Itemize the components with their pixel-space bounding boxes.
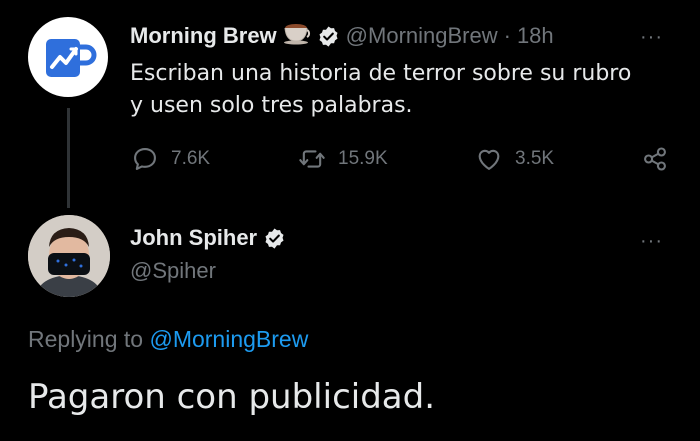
tweet-text-line-2: y usen solo tres palabras. bbox=[130, 93, 413, 118]
tweet-header: Morning Brew @MorningBrew · 18h bbox=[130, 21, 554, 51]
verified-badge-icon bbox=[263, 227, 286, 250]
replying-to-handle-link[interactable]: @MorningBrew bbox=[149, 326, 308, 352]
author-name[interactable]: Morning Brew bbox=[130, 23, 277, 49]
share-icon bbox=[644, 147, 666, 171]
morningbrew-mug-logo-icon bbox=[46, 39, 97, 77]
retweet-icon bbox=[299, 150, 325, 168]
tweet-text-line-1: Escriban una historia de terror sobre su… bbox=[130, 61, 632, 86]
more-options-icon[interactable]: ··· bbox=[640, 27, 663, 47]
morningbrew-avatar[interactable] bbox=[28, 17, 108, 97]
replying-to-line: Replying to @MorningBrew bbox=[28, 326, 308, 353]
coffee-cup-emoji-icon bbox=[283, 21, 311, 51]
profile-photo-icon bbox=[28, 215, 110, 297]
separator-dot: · bbox=[503, 23, 511, 48]
like-button[interactable]: 3.5K bbox=[475, 145, 554, 173]
thread-connector-line bbox=[67, 108, 70, 208]
reply-icon bbox=[134, 148, 156, 170]
reply-button[interactable]: 7.6K bbox=[131, 145, 210, 173]
verified-badge-icon bbox=[317, 25, 340, 48]
share-button[interactable] bbox=[641, 145, 669, 173]
reply-count: 7.6K bbox=[171, 148, 211, 169]
john-spiher-avatar[interactable] bbox=[28, 215, 110, 297]
replying-to-label: Replying to bbox=[28, 326, 144, 352]
retweet-button[interactable]: 15.9K bbox=[298, 145, 388, 173]
reply-more-options-icon[interactable]: ··· bbox=[640, 231, 663, 251]
reply-author-name[interactable]: John Spiher bbox=[130, 225, 257, 251]
retweet-count: 15.9K bbox=[338, 148, 388, 169]
tweet-timestamp[interactable]: 18h bbox=[517, 23, 554, 49]
like-count: 3.5K bbox=[515, 148, 555, 169]
author-handle[interactable]: @MorningBrew bbox=[346, 23, 498, 49]
reply-text: Pagaron con publicidad. bbox=[28, 377, 436, 417]
tweet-text: Escriban una historia de terror sobre su… bbox=[130, 58, 690, 122]
heart-icon bbox=[478, 149, 500, 170]
reply-author-handle[interactable]: @Spiher bbox=[130, 258, 216, 284]
reply-header: John Spiher bbox=[130, 225, 286, 251]
